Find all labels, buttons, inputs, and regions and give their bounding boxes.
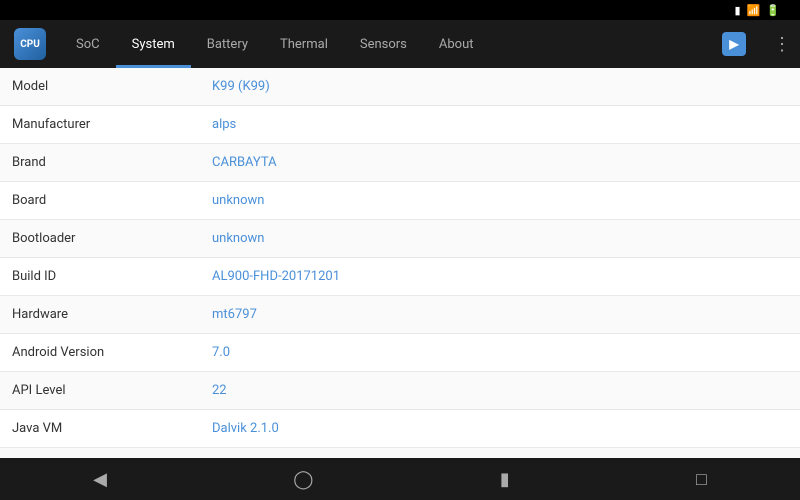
row-value: Dalvik 2.1.0: [212, 421, 279, 436]
sim-icon: ▮: [735, 4, 741, 17]
row-value: mt6797: [212, 307, 257, 322]
row-label: Hardware: [12, 307, 212, 322]
tab-battery[interactable]: Battery: [191, 20, 264, 68]
table-row: OpenGL ES Version3.0: [0, 448, 800, 458]
row-value: unknown: [212, 231, 264, 246]
home-button[interactable]: ◯: [273, 461, 333, 498]
table-row: Bootloaderunknown: [0, 220, 800, 258]
battery-icon: 🔋: [766, 4, 780, 17]
row-label: Manufacturer: [12, 117, 212, 132]
row-value: K99 (K99): [212, 79, 270, 94]
table-row: Manufactureralps: [0, 106, 800, 144]
table-row: Java VMDalvik 2.1.0: [0, 410, 800, 448]
table-row: ModelK99 (K99): [0, 68, 800, 106]
status-icons: ▮ 📶 🔋: [735, 4, 792, 17]
row-value: CARBAYTA: [212, 155, 277, 170]
wifi-icon: 📶: [747, 4, 761, 17]
row-label: Java VM: [12, 421, 212, 436]
table-row: Android Version7.0: [0, 334, 800, 372]
row-value: unknown: [212, 193, 264, 208]
validation-icon: ▶: [722, 32, 746, 56]
tab-thermal[interactable]: Thermal: [264, 20, 344, 68]
row-label: Bootloader: [12, 231, 212, 246]
bottom-nav: ◀ ◯ ▮ □: [0, 458, 800, 500]
more-options-button[interactable]: ⋮: [764, 20, 800, 68]
tab-soc[interactable]: SoC: [60, 20, 116, 68]
table-row: Build IDAL900-FHD-20171201: [0, 258, 800, 296]
app-logo: CPU: [0, 20, 60, 68]
row-value: 22: [212, 383, 227, 398]
nav-bar: CPU SoC System Battery Thermal Sensors A…: [0, 20, 800, 68]
screenshot-button[interactable]: □: [676, 461, 727, 498]
row-label: Brand: [12, 155, 212, 170]
row-label: API Level: [12, 383, 212, 398]
tab-sensors[interactable]: Sensors: [344, 20, 423, 68]
row-label: Build ID: [12, 269, 212, 284]
row-value: AL900-FHD-20171201: [212, 269, 340, 284]
online-validation-button[interactable]: ▶: [710, 32, 764, 56]
row-value: alps: [212, 117, 236, 132]
table-row: Boardunknown: [0, 182, 800, 220]
logo-icon: CPU: [14, 28, 46, 60]
nav-tabs: SoC System Battery Thermal Sensors About: [60, 20, 710, 68]
row-label: Android Version: [12, 345, 212, 360]
row-label: Board: [12, 193, 212, 208]
status-bar: ▮ 📶 🔋: [0, 0, 800, 20]
table-row: API Level22: [0, 372, 800, 410]
tab-about[interactable]: About: [423, 20, 490, 68]
tab-system[interactable]: System: [116, 20, 191, 68]
row-value: 7.0: [212, 345, 230, 360]
recents-button[interactable]: ▮: [480, 461, 530, 498]
row-label: Model: [12, 79, 212, 94]
content-area: ModelK99 (K99)ManufactureralpsBrandCARBA…: [0, 68, 800, 458]
table-row: BrandCARBAYTA: [0, 144, 800, 182]
back-button[interactable]: ◀: [73, 461, 127, 498]
table-row: Hardwaremt6797: [0, 296, 800, 334]
